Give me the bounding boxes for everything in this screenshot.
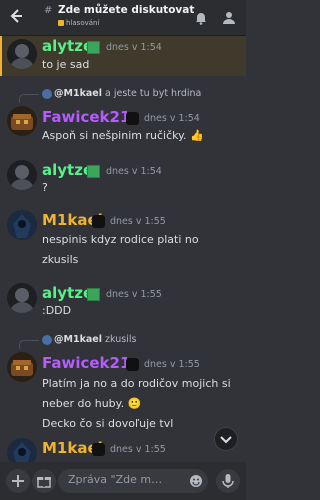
emoji-icon[interactable] — [189, 474, 203, 488]
channel-title[interactable]: Zde můžete diskutovat — [58, 4, 194, 16]
bell-icon[interactable] — [194, 10, 208, 25]
author-name[interactable]: Fawicek21 — [42, 108, 130, 126]
reply-line — [19, 94, 39, 103]
back-arrow-icon[interactable] — [8, 8, 28, 28]
message-text: to je sad — [42, 58, 90, 71]
avatar-mini — [42, 89, 52, 99]
microphone-icon — [222, 474, 234, 488]
plus-icon — [12, 475, 24, 487]
people-icon[interactable] — [222, 10, 236, 24]
author-name[interactable]: alytze — [42, 284, 93, 302]
message-text: ? — [42, 181, 48, 194]
reply-text: zkusils — [105, 334, 137, 345]
grass-block-icon — [87, 41, 100, 54]
avatar[interactable] — [7, 160, 37, 190]
avatar[interactable] — [7, 210, 37, 240]
timestamp: dnes v 1:55 — [106, 289, 162, 300]
dark-badge-icon — [126, 112, 139, 125]
timestamp: dnes v 1:54 — [144, 113, 200, 124]
channel-subtitle: hlasování — [58, 19, 99, 27]
reply-line — [19, 340, 39, 349]
reply-mention: @M1kael — [54, 88, 102, 99]
avatar[interactable] — [7, 283, 37, 313]
add-attachment-button[interactable] — [6, 469, 30, 493]
channel-header: # Zde můžete diskutovat hlasování — [0, 0, 246, 36]
dark-badge-icon — [92, 443, 105, 456]
reply-preview[interactable]: @M1kael a jeste tu byt hrdina — [54, 88, 201, 99]
author-name[interactable]: alytze — [42, 161, 93, 179]
avatar[interactable] — [7, 106, 37, 136]
author-name[interactable]: alytze — [42, 37, 93, 55]
grass-block-icon — [87, 288, 100, 301]
dark-badge-icon — [126, 358, 139, 371]
chevron-down-icon — [220, 436, 232, 444]
timestamp: dnes v 1:55 — [110, 444, 166, 455]
gift-icon — [37, 477, 51, 488]
timestamp: dnes v 1:55 — [144, 359, 200, 370]
scroll-to-bottom-button[interactable] — [214, 427, 238, 451]
reply-mention: @M1kael — [54, 334, 102, 345]
message-text: zkusils — [42, 253, 79, 266]
reply-text: a jeste tu byt hrdina — [105, 88, 202, 99]
message-text: :DDD — [42, 304, 72, 317]
grass-block-icon — [87, 165, 100, 178]
author-name[interactable]: Fawicek21 — [42, 354, 130, 372]
dark-badge-icon — [92, 215, 105, 228]
message-group[interactable]: alytze dnes v 1:54 to je sad — [0, 36, 246, 76]
timestamp: dnes v 1:54 — [106, 166, 162, 177]
message-text: Decko čo si dovoľuje tvl — [42, 417, 174, 430]
reply-preview[interactable]: @M1kael zkusils — [54, 334, 136, 345]
timestamp: dnes v 1:55 — [110, 216, 166, 227]
message-input[interactable]: Zpráva "Zde m… — [58, 469, 208, 493]
message-text: Aspoň si nešpinim ručičky. 👍 — [42, 129, 204, 142]
timestamp: dnes v 1:54 — [106, 42, 162, 53]
channel-subtitle-text: hlasování — [66, 19, 100, 27]
folder-icon — [58, 20, 64, 26]
message-text: Platím ja no a do rodičov mojich si — [42, 377, 231, 390]
message-input-placeholder: Zpráva "Zde m… — [68, 473, 163, 486]
thread-hash-icon: # — [44, 5, 53, 16]
message-composer: Zpráva "Zde m… — [0, 462, 246, 500]
message-text: nespinis kdyz rodice plati no — [42, 233, 199, 246]
voice-message-button[interactable] — [216, 469, 240, 493]
gift-button[interactable] — [32, 469, 56, 493]
avatar[interactable] — [7, 352, 37, 382]
message-text: neber do huby. 🙂 — [42, 397, 142, 410]
avatar-mini — [42, 335, 52, 345]
avatar[interactable] — [7, 39, 37, 69]
